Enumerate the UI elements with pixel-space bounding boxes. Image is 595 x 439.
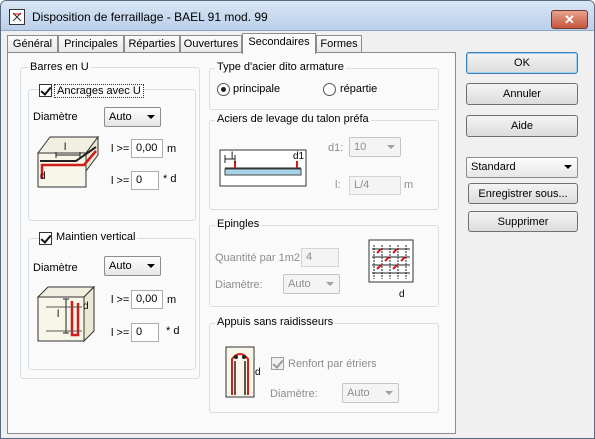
tab-ouvertures[interactable]: Ouvertures	[180, 35, 242, 53]
ancrages-l-input[interactable]: 0,00	[131, 139, 163, 158]
ancrages-diametre-label: Diamètre	[33, 111, 78, 123]
levage-d1-select[interactable]: 10	[349, 137, 401, 157]
maintien-l2-unit: * d	[166, 325, 180, 337]
tab-formes[interactable]: Formes	[316, 35, 362, 53]
chevron-down-icon	[385, 391, 393, 395]
levage-d1-value: 10	[354, 141, 367, 153]
maintien-fig-d: d	[83, 301, 89, 312]
maintien-l-input[interactable]: 0,00	[131, 290, 163, 309]
maintien-fig-l: l	[57, 309, 60, 320]
epingles-quantite-input[interactable]: 4	[301, 248, 339, 267]
maintien-diagram	[36, 285, 96, 343]
radio-principale[interactable]	[217, 83, 230, 96]
maintien-diametre-select[interactable]: Auto	[104, 256, 161, 276]
aide-button[interactable]: Aide	[466, 115, 578, 137]
epingles-diagram	[368, 239, 414, 283]
standard-select[interactable]: Standard	[466, 157, 578, 178]
epingles-quantite-label: Quantité par 1m2	[215, 252, 300, 264]
appuis-diametre-value: Auto	[347, 387, 370, 399]
close-button[interactable]: ✕	[551, 10, 588, 29]
maintien-l2-input[interactable]: 0	[131, 323, 159, 342]
appuis-diametre-label: Diamètre:	[270, 388, 318, 400]
radio-repartie-label[interactable]: répartie	[340, 83, 377, 95]
appuis-diametre-select[interactable]: Auto	[342, 383, 399, 403]
renfort-checkbox[interactable]	[271, 357, 284, 370]
ancrages-diametre-value: Auto	[109, 111, 132, 123]
chevron-down-icon	[564, 165, 572, 169]
ancrages-label[interactable]: Ancrages avec U	[54, 84, 144, 98]
maintien-l-unit: m	[167, 294, 177, 306]
appuis-label: Appuis sans raidisseurs	[215, 316, 336, 328]
levage-l-input[interactable]: L/4	[349, 176, 401, 195]
chevron-down-icon	[387, 145, 395, 149]
radio-repartie[interactable]	[323, 83, 336, 96]
aciers-levage-label: Aciers de levage du talon préfa	[215, 113, 371, 125]
ancrages-fig-d: d	[40, 171, 46, 182]
group-label-barres-u: Barres en U	[28, 61, 91, 73]
ancrages-l2-input[interactable]: 0	[131, 171, 159, 190]
tab-bar: Général Principales Réparties Ouvertures…	[7, 33, 457, 54]
tab-principales[interactable]: Principales	[58, 35, 124, 53]
radio-principale-label[interactable]: principale	[233, 83, 280, 95]
ancrages-diametre-select[interactable]: Auto	[104, 107, 161, 127]
annuler-button[interactable]: Annuler	[466, 83, 578, 105]
ancrages-l-label: l >=	[111, 143, 130, 155]
epingles-diametre-value: Auto	[288, 278, 311, 290]
standard-value: Standard	[471, 161, 516, 173]
chevron-down-icon	[147, 115, 155, 119]
maintien-l2-label: l >=	[111, 327, 130, 339]
dialog-window: Disposition de ferraillage - BAEL 91 mod…	[0, 0, 595, 439]
window-title: Disposition de ferraillage - BAEL 91 mod…	[32, 10, 268, 24]
maintien-diametre-value: Auto	[109, 260, 132, 272]
levage-d1-label: d1:	[328, 142, 344, 154]
ancrages-checkbox[interactable]	[39, 84, 52, 97]
chevron-down-icon	[326, 282, 334, 286]
ancrages-fig-l: l	[64, 142, 67, 153]
tab-secondaires[interactable]: Secondaires	[242, 33, 316, 54]
maintien-l-label: l >=	[111, 294, 130, 306]
tab-panel-secondaires: Barres en U Ancrages avec U Diamètre Aut…	[7, 52, 456, 434]
epingles-label: Epingles	[215, 218, 262, 230]
ancrages-diagram	[37, 135, 99, 188]
levage-fig-d1: d1	[293, 151, 305, 162]
maintien-diametre-label: Diamètre	[33, 262, 78, 274]
app-icon	[9, 9, 25, 25]
ancrages-l-unit: m	[167, 143, 177, 155]
epingles-fig-d: d	[399, 289, 405, 300]
tab-general[interactable]: Général	[7, 35, 58, 53]
tab-reparties[interactable]: Réparties	[124, 35, 180, 53]
ancrages-l2-unit: * d	[163, 173, 177, 185]
supprimer-button[interactable]: Supprimer	[468, 211, 578, 232]
maintien-label[interactable]: Maintien vertical	[54, 231, 138, 243]
appuis-fig-d: d	[255, 367, 261, 378]
ok-button[interactable]: OK	[466, 52, 578, 74]
levage-fig-l: l	[231, 151, 234, 162]
type-acier-label: Type d'acier dito armature	[215, 61, 346, 73]
appuis-diagram	[225, 346, 255, 398]
levage-l-unit: m	[404, 179, 414, 191]
enregistrer-button[interactable]: Enregistrer sous...	[468, 183, 578, 204]
title-bar[interactable]: Disposition de ferraillage - BAEL 91 mod…	[1, 1, 594, 31]
epingles-diametre-label: Diamètre:	[215, 279, 263, 291]
chevron-down-icon	[147, 264, 155, 268]
maintien-checkbox[interactable]	[39, 232, 52, 245]
renfort-label[interactable]: Renfort par étriers	[288, 358, 377, 370]
ancrages-l2-label: l >=	[111, 175, 130, 187]
levage-l-label: l:	[335, 179, 341, 191]
epingles-diametre-select[interactable]: Auto	[283, 274, 340, 294]
